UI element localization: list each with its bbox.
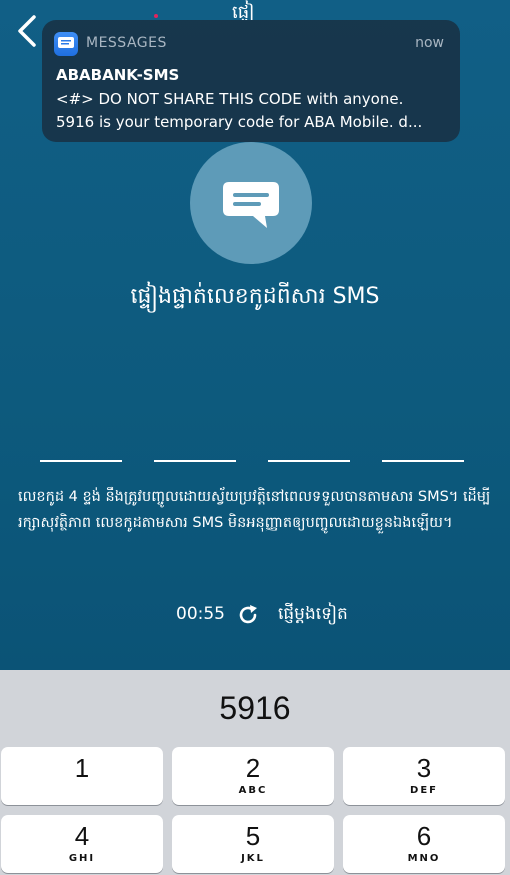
suggestion-code: 5916 [219,690,291,726]
notification-time: now [415,35,444,51]
key-letters: MNO [407,853,441,864]
notification-sender: ABABANK-SMS [56,66,180,84]
instruction-text: លេខកូដ 4 ខ្ទង់ នឹងត្រូវបញ្ចូលដោយស្វ័យប្រ… [18,489,491,531]
key-3[interactable]: 3 DEF [343,747,505,805]
key-letters: DEF [410,785,438,796]
countdown-timer: 00:55 [176,604,225,624]
key-digit: 6 [416,821,432,851]
status-dot [154,14,158,18]
key-letters: ABC [238,785,268,796]
key-1[interactable]: 1 [1,747,163,805]
key-digit: 4 [74,821,90,851]
page-heading: ផ្ទៀងផ្ទាត់លេខកូដពីសារ SMS [130,284,380,309]
key-digit: 1 [74,753,90,783]
otp-slot-1[interactable] [40,460,122,462]
otp-slot-2[interactable] [154,460,236,462]
page-title-peek: ផ្ទៀ [232,2,255,20]
chevron-left-icon [18,15,36,47]
key-5[interactable]: 5 JKL [172,815,334,873]
verification-screen: ផ្ទៀ MESSAGES now ABABANK-SMS <#> DO NOT… [0,0,510,670]
message-bubble-icon [190,142,312,264]
key-4[interactable]: 4 GHI [1,815,163,873]
otp-slot-4[interactable] [382,460,464,462]
refresh-icon[interactable] [236,603,260,627]
notification-text-line-2: 5916 is your temporary code for ABA Mobi… [56,113,423,131]
key-letters: JKL [241,853,265,864]
key-6[interactable]: 6 MNO [343,815,505,873]
key-digit: 2 [245,753,261,783]
messages-app-icon [54,32,78,56]
sms-notification[interactable]: MESSAGES now ABABANK-SMS <#> DO NOT SHAR… [42,20,460,142]
key-letters: GHI [68,853,96,864]
key-2[interactable]: 2 ABC [172,747,334,805]
autofill-suggestion[interactable]: 5916 [0,670,510,746]
key-digit: 5 [245,821,261,851]
key-digit: 3 [416,753,432,783]
notification-text-line-1: <#> DO NOT SHARE THIS CODE with anyone. [56,90,404,108]
otp-slot-3[interactable] [268,460,350,462]
back-button[interactable] [14,14,40,48]
numeric-keyboard: 5916 1 2 ABC 3 DEF 4 GHI 5 JKL 6 MNO [0,670,510,875]
notification-app-name: MESSAGES [86,35,167,51]
resend-button[interactable]: ផ្ញើម្តងទៀត [278,603,348,628]
